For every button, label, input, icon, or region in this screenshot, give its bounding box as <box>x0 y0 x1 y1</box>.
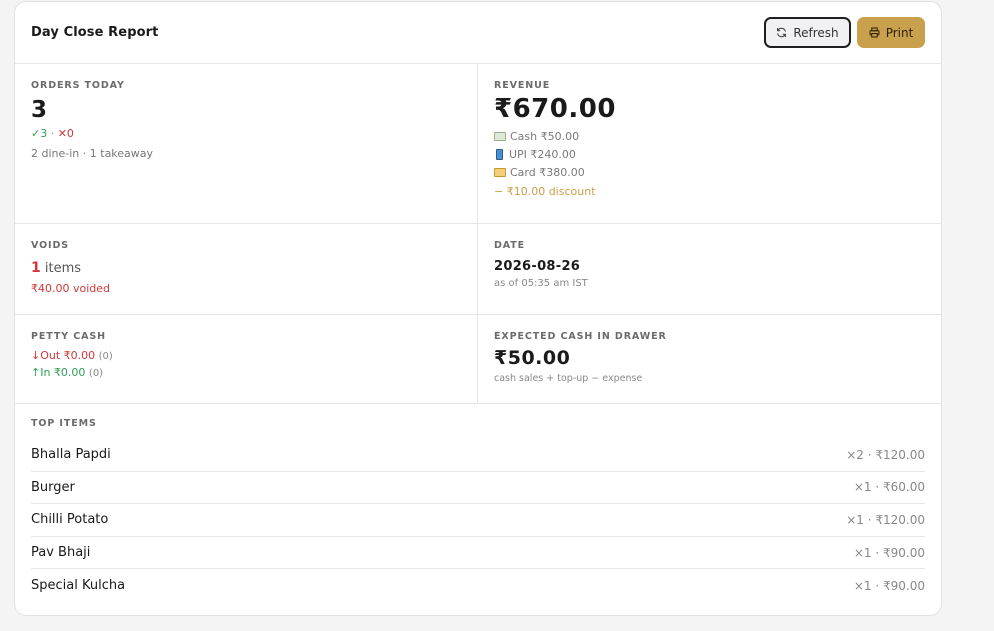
petty-cash-in-count: (0) <box>88 368 104 379</box>
upi-phone-icon <box>496 148 503 160</box>
item-name: Chilli Potato <box>31 512 109 528</box>
item-meta: ×1 · ₹120.00 <box>846 512 925 527</box>
voids-unit: items <box>44 261 82 276</box>
report-header: Day Close Report Refresh Print <box>15 2 941 64</box>
item-name: Special Kulcha <box>31 578 126 594</box>
list-item: Chilli Potato ×1 · ₹120.00 <box>31 504 925 537</box>
orders-status: ✓3 · ✕0 <box>31 127 461 140</box>
page-title: Day Close Report <box>31 25 159 40</box>
date-value: 2026-08-26 <box>494 259 581 274</box>
petty-cash-in-text: ↑In ₹0.00 <box>31 366 86 379</box>
list-item: Bhalla Papdi ×2 · ₹120.00 <box>31 439 925 472</box>
refresh-icon <box>776 27 787 38</box>
revenue-cash: Cash ₹50.00 <box>510 129 580 143</box>
expected-cash-panel: EXPECTED CASH IN DRAWER ₹50.00 cash sale… <box>478 315 941 404</box>
revenue-panel: REVENUE ₹670.00 Cash ₹50.00 UPI ₹240.00 … <box>478 64 941 224</box>
date-label: DATE <box>494 240 526 251</box>
petty-cash-in: ↑In ₹0.00 (0) <box>31 366 461 379</box>
voids-count: 1 <box>31 260 41 276</box>
print-button[interactable]: Print <box>857 17 925 48</box>
voids-amount: ₹40.00 voided <box>31 282 111 295</box>
petty-cash-out: ↓Out ₹0.00 (0) <box>31 349 461 362</box>
voids-panel: VOIDS 1 items ₹40.00 voided <box>15 224 478 315</box>
print-label: Print <box>885 25 914 40</box>
revenue-upi: UPI ₹240.00 <box>509 147 576 161</box>
refresh-button[interactable]: Refresh <box>764 17 851 48</box>
date-panel: DATE 2026-08-26 as of 05:35 am IST <box>478 224 941 315</box>
item-name: Burger <box>31 479 75 495</box>
expected-cash-value: ₹50.00 <box>494 347 571 369</box>
orders-count: 3 <box>31 97 48 123</box>
item-meta: ×1 · ₹90.00 <box>853 545 925 560</box>
printer-icon <box>869 27 880 38</box>
refresh-label: Refresh <box>793 25 839 40</box>
stats-grid: ORDERS TODAY 3 ✓3 · ✕0 2 dine-in · 1 tak… <box>15 64 941 404</box>
revenue-label: REVENUE <box>494 80 551 91</box>
item-name: Bhalla Papdi <box>31 447 111 463</box>
revenue-card-line: Card ₹380.00 <box>494 163 925 181</box>
expected-cash-formula: cash sales + top-up − expense <box>494 373 643 384</box>
expected-cash-label: EXPECTED CASH IN DRAWER <box>494 331 667 342</box>
revenue-discount: − ₹10.00 discount <box>494 185 596 199</box>
header-actions: Refresh Print <box>764 17 925 48</box>
orders-label: ORDERS TODAY <box>31 80 125 91</box>
date-as-of: as of 05:35 am IST <box>494 278 588 289</box>
orders-completed: ✓3 <box>31 126 48 140</box>
day-close-report-card: Day Close Report Refresh Print ORDERS TO… <box>14 1 942 616</box>
item-name: Pav Bhaji <box>31 545 91 561</box>
voids-count-line: 1 items <box>31 260 461 276</box>
orders-cancelled: ✕0 <box>57 126 74 140</box>
top-items-panel: TOP ITEMS Bhalla Papdi ×2 · ₹120.00 Burg… <box>15 404 941 602</box>
cash-icon <box>494 131 506 141</box>
item-meta: ×1 · ₹90.00 <box>853 578 925 593</box>
card-icon <box>494 167 506 177</box>
petty-cash-label: PETTY CASH <box>31 331 106 342</box>
list-item: Special Kulcha ×1 · ₹90.00 <box>31 569 925 602</box>
orders-today-panel: ORDERS TODAY 3 ✓3 · ✕0 2 dine-in · 1 tak… <box>15 64 478 224</box>
revenue-cash-line: Cash ₹50.00 <box>494 127 925 145</box>
petty-cash-out-count: (0) <box>98 351 113 362</box>
top-items-list: Bhalla Papdi ×2 · ₹120.00 Burger ×1 · ₹6… <box>31 439 925 602</box>
revenue-card: Card ₹380.00 <box>510 165 585 179</box>
list-item: Burger ×1 · ₹60.00 <box>31 472 925 505</box>
revenue-total: ₹670.00 <box>494 94 616 124</box>
item-meta: ×2 · ₹120.00 <box>846 447 925 462</box>
orders-breakdown: 2 dine-in · 1 takeaway <box>31 146 154 160</box>
top-items-label: TOP ITEMS <box>31 418 97 429</box>
list-item: Pav Bhaji ×1 · ₹90.00 <box>31 537 925 570</box>
item-meta: ×1 · ₹60.00 <box>853 480 925 495</box>
petty-cash-panel: PETTY CASH ↓Out ₹0.00 (0) ↑In ₹0.00 (0) <box>15 315 478 404</box>
voids-label: VOIDS <box>31 240 70 251</box>
orders-status-separator: · <box>47 126 58 140</box>
petty-cash-out-text: ↓Out ₹0.00 <box>31 349 96 362</box>
revenue-upi-line: UPI ₹240.00 <box>494 145 925 163</box>
